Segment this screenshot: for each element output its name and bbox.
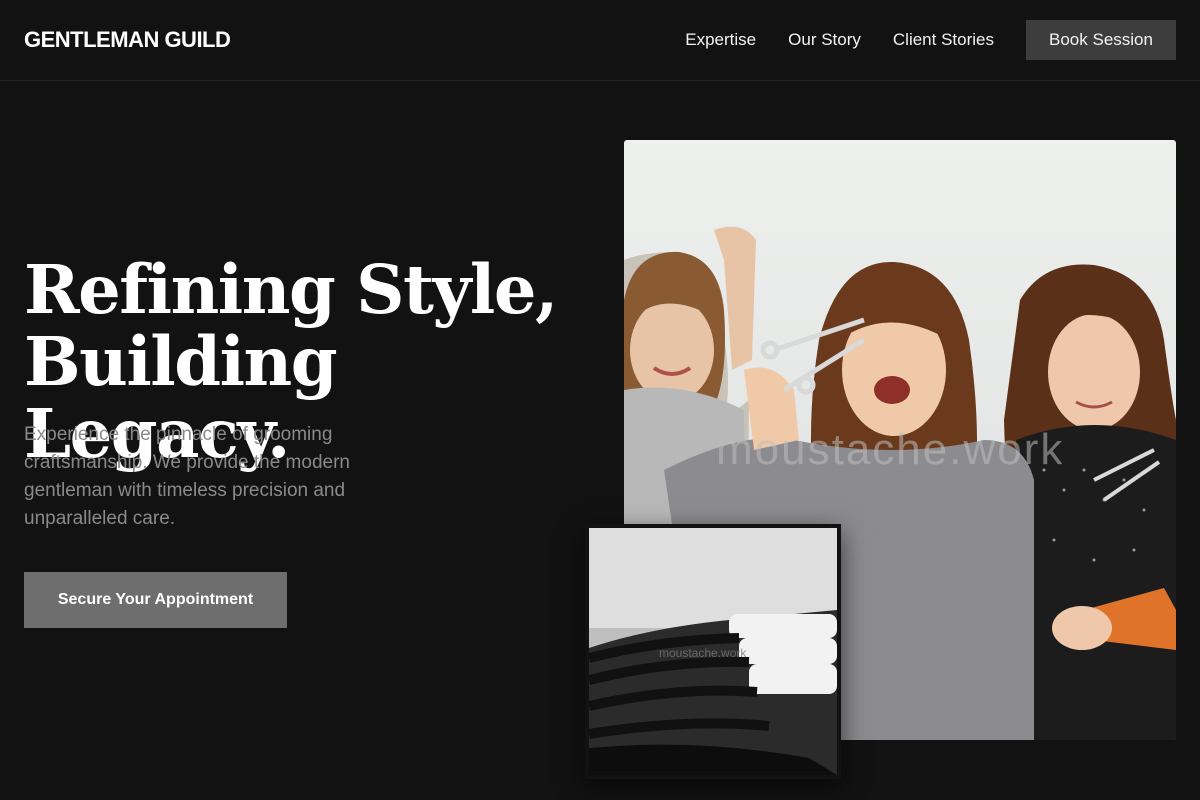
brand-logo[interactable]: GENTLEMAN GUILD	[24, 27, 231, 53]
nav-link-client-stories[interactable]: Client Stories	[893, 30, 994, 50]
book-session-button[interactable]: Book Session	[1026, 20, 1176, 60]
main-photo-watermark: moustache.work	[716, 425, 1065, 474]
inset-photo-watermark: moustache.work	[659, 646, 747, 660]
secure-appointment-button[interactable]: Secure Your Appointment	[24, 572, 287, 628]
site-header: GENTLEMAN GUILD Expertise Our Story Clie…	[0, 0, 1200, 81]
main-nav: Expertise Our Story Client Stories Book …	[685, 20, 1176, 60]
nav-link-expertise[interactable]: Expertise	[685, 30, 756, 50]
nav-link-our-story[interactable]: Our Story	[788, 30, 861, 50]
hero-headline-line1: Refining Style,	[24, 250, 558, 329]
salon-basins-photo: moustache.work	[585, 524, 841, 779]
hero-description: Experience the pinnacle of grooming craf…	[24, 424, 350, 529]
